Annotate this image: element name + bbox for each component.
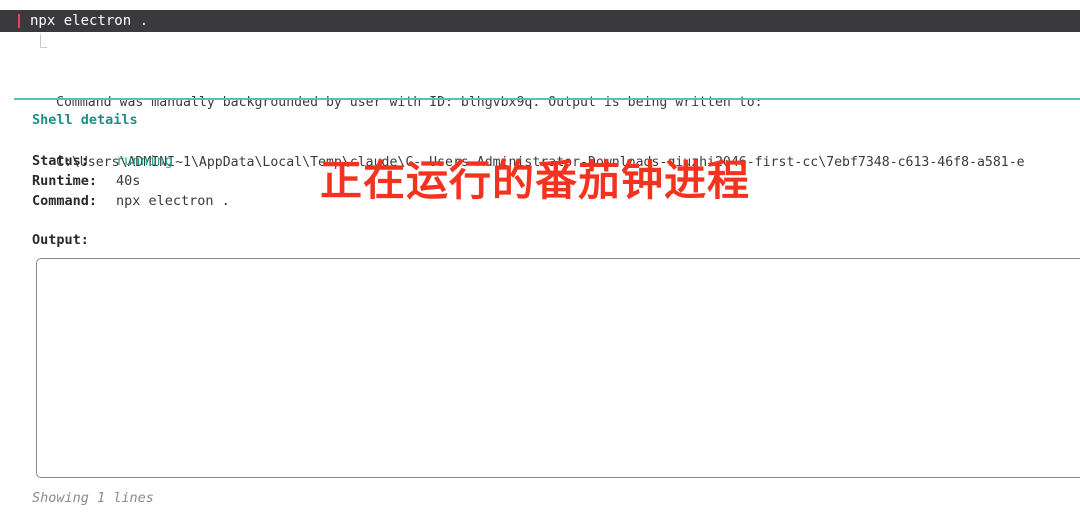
overlay-caption: 正在运行的番茄钟进程	[320, 156, 751, 205]
shell-details-title: Shell details	[32, 112, 138, 128]
notice-line-1: Command was manually backgrounded by use…	[56, 95, 763, 110]
status-row: Status: running	[32, 151, 230, 171]
status-value: running	[116, 153, 173, 169]
command-row: Command: npx electron .	[32, 191, 230, 211]
runtime-value: 40s	[116, 173, 141, 189]
command-value: npx electron .	[116, 193, 230, 209]
command-label: Command:	[32, 193, 98, 209]
command-text: npx electron .	[30, 13, 149, 29]
shell-details-list: Status: running Runtime: 40s Command: np…	[32, 151, 230, 211]
output-box[interactable]	[36, 258, 1080, 478]
tree-branch-icon: ⎿	[34, 35, 48, 50]
command-bar[interactable]: npx electron .	[0, 10, 1080, 32]
output-label: Output:	[32, 232, 89, 248]
runtime-row: Runtime: 40s	[32, 171, 230, 191]
runtime-label: Runtime:	[32, 173, 98, 189]
status-label: Status:	[32, 153, 89, 169]
section-divider	[14, 98, 1080, 100]
error-marker	[18, 14, 20, 28]
lines-count-note: Showing 1 lines	[32, 490, 154, 506]
